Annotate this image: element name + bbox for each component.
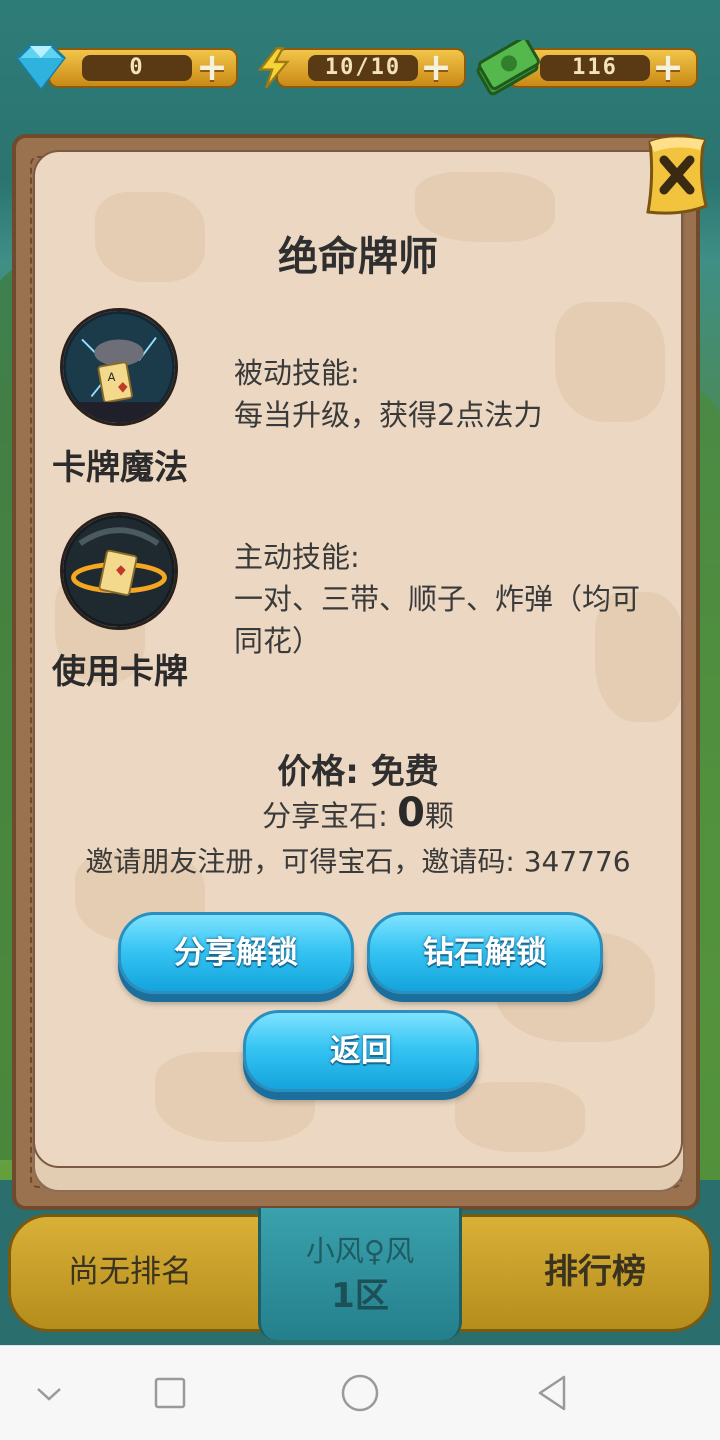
home-icon[interactable] bbox=[335, 1368, 385, 1418]
leaderboard-button[interactable]: 排行榜 bbox=[510, 1244, 680, 1293]
skill-1-type: 被动技能: bbox=[234, 356, 360, 390]
diamond-icon bbox=[16, 44, 66, 91]
invite-text: 邀请朋友注册，可得宝石，邀请码: 347776 bbox=[85, 845, 631, 878]
skill-1-text: 每当升级，获得2点法力 bbox=[234, 398, 543, 432]
add-gems-button[interactable]: + bbox=[194, 48, 230, 86]
share-gem-count: 0 bbox=[397, 790, 425, 836]
add-energy-button[interactable]: + bbox=[418, 48, 454, 86]
no-rank-label: 尚无排名 bbox=[68, 1254, 192, 1290]
share-unlock-button[interactable]: 分享解锁 bbox=[118, 912, 354, 994]
price-label: 价格: bbox=[277, 752, 359, 792]
svg-text:A: A bbox=[108, 370, 116, 384]
share-gem-unit: 颗 bbox=[424, 799, 454, 833]
share-gem-line: 分享宝石: 0颗 bbox=[33, 790, 683, 836]
energy-count: 10/10 bbox=[308, 55, 418, 81]
dialog-title: 绝命牌师 bbox=[278, 234, 438, 280]
player-name: 小风♀风 bbox=[305, 1234, 415, 1268]
server-zone: 1区 bbox=[331, 1276, 389, 1316]
energy-counter: 10/10 + bbox=[250, 44, 470, 90]
money-icon bbox=[476, 40, 540, 96]
skill-2-text-line1: 一对、三带、顺子、炸弹（均可 bbox=[234, 582, 641, 616]
skill-2-type: 主动技能: bbox=[234, 540, 360, 574]
card-magic-skill-icon: A bbox=[60, 308, 178, 426]
system-nav-bar bbox=[0, 1345, 720, 1440]
nav-down-icon[interactable] bbox=[24, 1368, 74, 1418]
gem-count: 0 bbox=[82, 55, 192, 81]
skill-1-name: 卡牌魔法 bbox=[52, 448, 188, 488]
lightning-icon bbox=[257, 47, 290, 89]
gem-counter: 0 + bbox=[8, 44, 238, 91]
use-card-skill-icon bbox=[60, 512, 178, 630]
price-value: 免费 bbox=[370, 752, 439, 792]
price-line: 价格: 免费 bbox=[33, 744, 683, 793]
skill-2-description: 主动技能: 一对、三带、顺子、炸弹（均可 同花） bbox=[234, 536, 682, 662]
close-button[interactable] bbox=[640, 132, 714, 220]
back-icon[interactable] bbox=[528, 1368, 578, 1418]
cash-count: 116 bbox=[540, 55, 650, 81]
share-gem-label: 分享宝石: bbox=[262, 799, 388, 833]
back-button[interactable]: 返回 bbox=[243, 1010, 479, 1092]
diamond-unlock-button[interactable]: 钻石解锁 bbox=[367, 912, 603, 994]
add-cash-button[interactable]: + bbox=[650, 48, 686, 86]
skill-2-text-line2: 同花） bbox=[234, 624, 322, 658]
cash-counter: 116 + bbox=[474, 40, 704, 96]
skill-1-description: 被动技能: 每当升级，获得2点法力 bbox=[234, 352, 682, 436]
skill-2-name: 使用卡牌 bbox=[52, 652, 188, 692]
recent-apps-icon[interactable] bbox=[145, 1368, 195, 1418]
